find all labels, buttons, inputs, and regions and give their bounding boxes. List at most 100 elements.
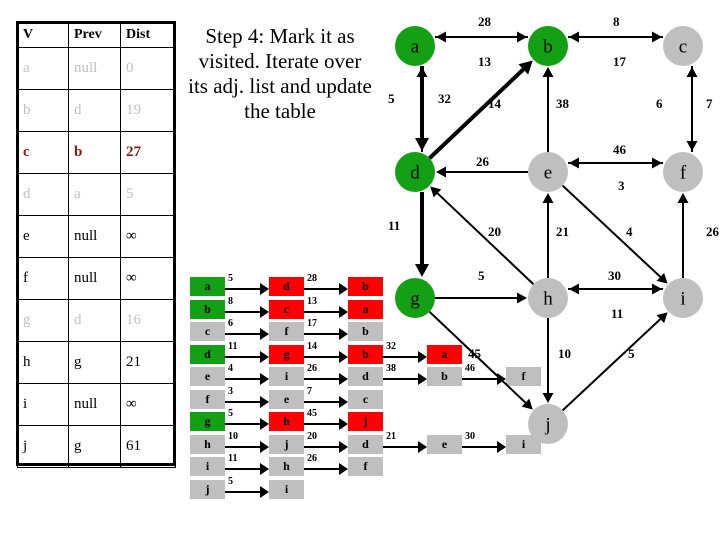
table-cell-prev: g — [68, 341, 121, 384]
adjacency-arrow: 5 — [225, 273, 269, 296]
arrow-line — [225, 423, 260, 425]
adjacency-target-cell: h — [269, 457, 304, 476]
vertex-state-table: V Prev Dist a null 0 b d 19 c b 27 d a 5 e null ∞ f null… — [17, 22, 176, 468]
adjacency-edge-weight: 7 — [307, 385, 312, 397]
edge-weight-label: 30 — [608, 268, 621, 283]
arrow-head-icon — [339, 418, 348, 430]
graph-diagram: a b c d e f g h i j 5 28 13 8 17 14 32 11 6 7 26 46 3 38 4 20 21 3… — [368, 8, 720, 468]
graph-node-label: h — [543, 289, 553, 310]
adjacency-head-cell: a — [190, 277, 225, 296]
arrow-line — [304, 400, 339, 403]
arrow-head-icon — [339, 328, 348, 340]
arrow-line — [304, 445, 339, 448]
graph-node-label: g — [410, 289, 420, 310]
edge-weight-label: 5 — [388, 91, 395, 106]
arrow-line — [225, 445, 260, 448]
adjacency-target-cell: j — [269, 434, 304, 454]
table-row: a null 0 — [17, 47, 176, 90]
adjacency-arrow: 26 — [304, 453, 348, 476]
adjacency-head-cell: j — [190, 479, 225, 499]
table-cell-prev: g — [68, 425, 121, 468]
arrow-line — [225, 490, 260, 493]
table-row: b d 19 — [17, 89, 176, 132]
table-cell-prev: d — [68, 89, 121, 132]
arrow-head-icon — [339, 305, 348, 318]
adjacency-target-cell: d — [269, 277, 304, 296]
table-row: c b 27 — [17, 131, 176, 174]
adjacency-head-cell: i — [190, 457, 225, 476]
arrow-line — [304, 378, 339, 380]
edge-weight-label: 4 — [626, 224, 633, 239]
graph-node-label: f — [680, 163, 687, 184]
arrow-head-icon — [260, 463, 269, 475]
edge-e-d-arrowhead-icon — [436, 166, 446, 178]
table-cell-dist: ∞ — [120, 257, 176, 300]
arrow-line — [304, 423, 339, 425]
edge-weight-label: 32 — [438, 91, 451, 106]
adjacency-arrow: 45 — [304, 408, 348, 431]
adjacency-arrow: 11 — [225, 453, 269, 476]
arrow-head-icon — [260, 395, 269, 408]
arrow-head-icon — [339, 350, 348, 363]
edge-weight-label: 46 — [613, 142, 627, 157]
edge-h-d-line — [436, 192, 535, 285]
edge-weight-label: 8 — [613, 14, 620, 29]
table-cell-prev: a — [68, 173, 121, 216]
edge-weight-label: 7 — [706, 96, 713, 111]
arrow-head-icon — [260, 485, 269, 498]
adjacency-edge-weight: 3 — [228, 385, 233, 397]
edge-weight-label: 11 — [388, 218, 400, 233]
edge-weight-label: 26 — [476, 154, 490, 169]
edge-h-j-arrowhead-icon — [542, 393, 554, 403]
adjacency-target-cell: h — [269, 412, 304, 431]
adjacency-head-cell: e — [190, 367, 225, 386]
edge-weight-label: 10 — [558, 346, 571, 361]
step-caption: Step 4: Mark it as visited. Iterate over… — [188, 24, 372, 123]
edge-e-b-arrowhead-icon — [542, 67, 554, 77]
graph-node-label: c — [679, 37, 687, 58]
arrow-line — [304, 468, 339, 470]
table-cell-dist: 27 — [120, 131, 176, 174]
arrow-head-icon — [260, 350, 269, 363]
adjacency-arrow: 13 — [304, 296, 348, 319]
table-cell-dist: 0 — [120, 47, 176, 90]
table-cell-v: g — [17, 299, 69, 342]
adjacency-arrow: 26 — [304, 363, 348, 386]
adjacency-edge-weight: 17 — [307, 318, 317, 329]
edge-weight-label: 11 — [611, 306, 623, 321]
adjacency-edge-weight: 6 — [228, 318, 233, 329]
adjacency-edge-weight: 13 — [307, 295, 317, 307]
adjacency-arrow: 7 — [304, 386, 348, 409]
edge-i-f-arrowhead-icon — [677, 193, 689, 203]
graph-node-label: e — [544, 163, 552, 184]
table-cell-dist: 16 — [120, 299, 176, 342]
edge-e-i-line — [561, 184, 662, 278]
edge-weight-label: 5 — [628, 346, 635, 361]
arrow-head-icon — [260, 440, 269, 453]
adjacency-head-cell: d — [190, 344, 225, 364]
edge-weight-label: 6 — [656, 96, 663, 111]
arrow-head-icon — [339, 283, 348, 295]
arrow-line — [225, 468, 260, 470]
arrow-line — [225, 355, 260, 358]
graph-node-label: j — [544, 415, 550, 436]
table-row: i null ∞ — [17, 383, 176, 426]
edge-f-e-arrowhead-icon — [569, 157, 579, 169]
edge-d-a-arrowhead-icon — [416, 67, 428, 77]
arrow-line — [304, 333, 339, 335]
table-row: da5 — [17, 173, 176, 216]
arrow-line — [225, 333, 260, 335]
graph-node-label: b — [543, 37, 553, 58]
arrow-line — [225, 310, 260, 313]
graph-node-label: a — [411, 37, 420, 58]
table-cell-prev: null — [68, 215, 121, 258]
adjacency-arrow: 28 — [304, 273, 348, 296]
adjacency-arrow: 5 — [225, 408, 269, 431]
edge-f-c-arrowhead-icon — [686, 67, 698, 77]
table-row: f null ∞ — [17, 257, 176, 300]
edge-c-b-arrowhead-icon — [569, 31, 579, 43]
edge-weight-label: 26 — [706, 224, 720, 239]
adjacency-arrow: 17 — [304, 318, 348, 341]
table-row: g d 16 — [17, 299, 176, 342]
adjacency-target-cell: c — [269, 299, 304, 319]
